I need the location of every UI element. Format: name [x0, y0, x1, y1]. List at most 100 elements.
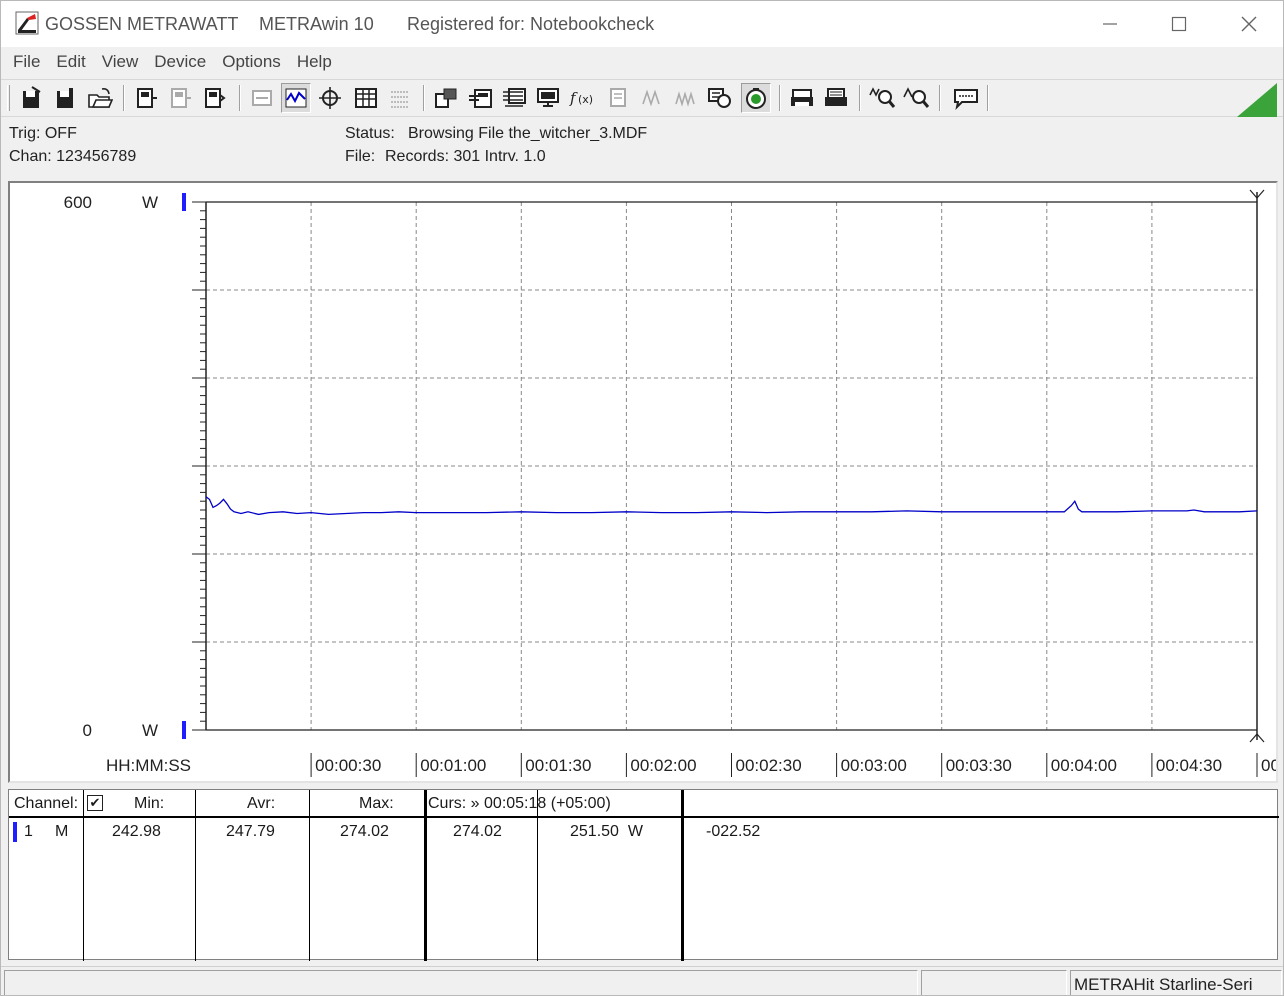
list-view-button[interactable] — [385, 83, 415, 113]
signal-compare-button[interactable] — [637, 83, 667, 113]
function-icon: f (x) — [569, 89, 593, 107]
printer-icon — [791, 89, 813, 106]
toolbar-separator — [779, 85, 781, 111]
file-value: Records: 301 Intrv. 1.0 — [385, 148, 546, 165]
crosshair-button[interactable] — [315, 83, 345, 113]
print-preview-button[interactable] — [787, 83, 817, 113]
y-axis-bottom-marker — [182, 721, 186, 739]
channel-checkbox[interactable]: ✔ — [87, 795, 103, 811]
status-bar-pane-main — [4, 970, 918, 995]
zoom-out-icon — [903, 87, 930, 108]
stopwatch-icon — [746, 88, 766, 109]
analysis-button[interactable] — [705, 83, 735, 113]
cursor-value-1: 274.02 — [453, 823, 502, 840]
x-axis-tick-label: 00:01:30 — [525, 756, 591, 775]
status-value: Browsing File the_witcher_3.MDF — [408, 125, 648, 142]
cursor-header: Curs: » 00:05:18 (+05:00) — [428, 795, 611, 812]
close-icon — [1241, 16, 1257, 32]
list-view-icon — [391, 91, 409, 108]
table-column-divider — [681, 790, 684, 961]
toolbar-separator — [123, 85, 125, 111]
x-axis-label: HH:MM:SS — [106, 756, 191, 775]
device-read-icon — [137, 88, 157, 108]
menu-view[interactable]: View — [94, 52, 147, 72]
device-send-icon — [171, 88, 191, 108]
device-read-button[interactable] — [131, 83, 161, 113]
device-stop-icon — [205, 88, 226, 108]
table-header-divider — [9, 816, 1279, 818]
zoom-in-button[interactable] — [867, 83, 897, 113]
maximize-icon — [1171, 16, 1187, 32]
trigger-setup-button[interactable] — [465, 83, 495, 113]
monitor-button[interactable] — [741, 83, 771, 113]
y-axis-top-marker — [182, 193, 186, 211]
y-axis-top-label: 600 — [64, 193, 92, 212]
memory-setup-button[interactable] — [499, 83, 529, 113]
open-file-button[interactable] — [85, 83, 115, 113]
print-button[interactable] — [821, 83, 851, 113]
device-info-icon — [610, 88, 626, 107]
channel-mode: M — [55, 823, 69, 840]
cursor-value-2: 251.50 W — [570, 823, 643, 840]
x-axis-tick-label: 00:02:30 — [736, 756, 802, 775]
window-title-app: METRAwin 10 — [259, 14, 374, 34]
channel-setup-button[interactable] — [431, 83, 461, 113]
zoom-out-button[interactable] — [901, 83, 931, 113]
menu-help[interactable]: Help — [289, 52, 340, 72]
device-stop-button[interactable] — [199, 83, 229, 113]
computer-icon — [537, 88, 559, 107]
app-window: GOSSEN METRAWATT METRAwin 10 Registered … — [0, 0, 1284, 996]
close-button[interactable] — [1214, 1, 1283, 47]
status-panel: Trig: OFF Chan: 123456789 Status: Browsi… — [1, 119, 1283, 177]
y-axis-bottom-unit: W — [142, 721, 158, 740]
title-bar: GOSSEN METRAWATT METRAwin 10 Registered … — [1, 1, 1283, 47]
toolbar: f (x) — [1, 79, 1283, 117]
svg-text:(x): (x) — [578, 93, 593, 106]
waveform-button[interactable] — [671, 83, 701, 113]
min-value: 242.98 — [112, 823, 161, 840]
computer-connect-button[interactable] — [533, 83, 563, 113]
device-send-button[interactable] — [165, 83, 195, 113]
printer-icon — [825, 88, 847, 106]
display-line-button[interactable] — [281, 83, 311, 113]
x-axis-tick-label: 00:03:30 — [946, 756, 1012, 775]
table-view-button[interactable] — [351, 83, 381, 113]
formula-button[interactable]: f (x) — [567, 83, 597, 113]
chart-svg[interactable]: 600 W 0 W HH:MM:SS 00:00:30 00:01:00 00:01:30 00… — [10, 183, 1276, 781]
comment-button[interactable] — [951, 83, 981, 113]
trigger-status: Trig: OFF — [9, 125, 77, 142]
menu-edit[interactable]: Edit — [48, 52, 93, 72]
max-value: 274.02 — [340, 823, 389, 840]
cursor-delta: -022.52 — [706, 823, 761, 840]
status-label: Status: — [345, 125, 395, 142]
x-axis-tick-label: 00:00:30 — [315, 756, 381, 775]
menu-device[interactable]: Device — [146, 52, 214, 72]
trigger-setup-icon — [469, 89, 492, 108]
x-axis-tick-label: 00:02:00 — [630, 756, 696, 775]
x-axis-tick-label: 00:04:30 — [1156, 756, 1222, 775]
toolbar-separator — [859, 85, 861, 111]
signal-icon — [642, 89, 660, 107]
menu-options[interactable]: Options — [214, 52, 289, 72]
chart-panel[interactable]: 600 W 0 W HH:MM:SS 00:00:30 00:01:00 00:01:30 00… — [8, 181, 1278, 783]
save-disk-icon — [23, 86, 41, 108]
channel-color-marker — [13, 822, 17, 842]
window-title-brand: GOSSEN METRAWATT — [45, 14, 239, 34]
save-file-button[interactable] — [17, 83, 47, 113]
file-label: File: — [345, 148, 376, 165]
table-column-divider — [195, 790, 196, 961]
table-column-divider — [83, 790, 84, 961]
save-as-button[interactable] — [51, 83, 81, 113]
toolbar-separator — [239, 85, 241, 111]
x-axis-tick-label: 00:01:00 — [420, 756, 486, 775]
table-column-divider — [309, 790, 310, 961]
maximize-button[interactable] — [1144, 1, 1214, 47]
menu-file[interactable]: File — [5, 52, 48, 72]
display-digital-button[interactable] — [247, 83, 277, 113]
analysis-icon — [708, 88, 731, 108]
save-as-disk-icon — [57, 88, 73, 108]
device-info-button[interactable] — [603, 83, 633, 113]
minimize-button[interactable] — [1075, 1, 1145, 47]
resize-corner-icon — [1237, 83, 1277, 117]
min-header: Min: — [134, 795, 165, 812]
